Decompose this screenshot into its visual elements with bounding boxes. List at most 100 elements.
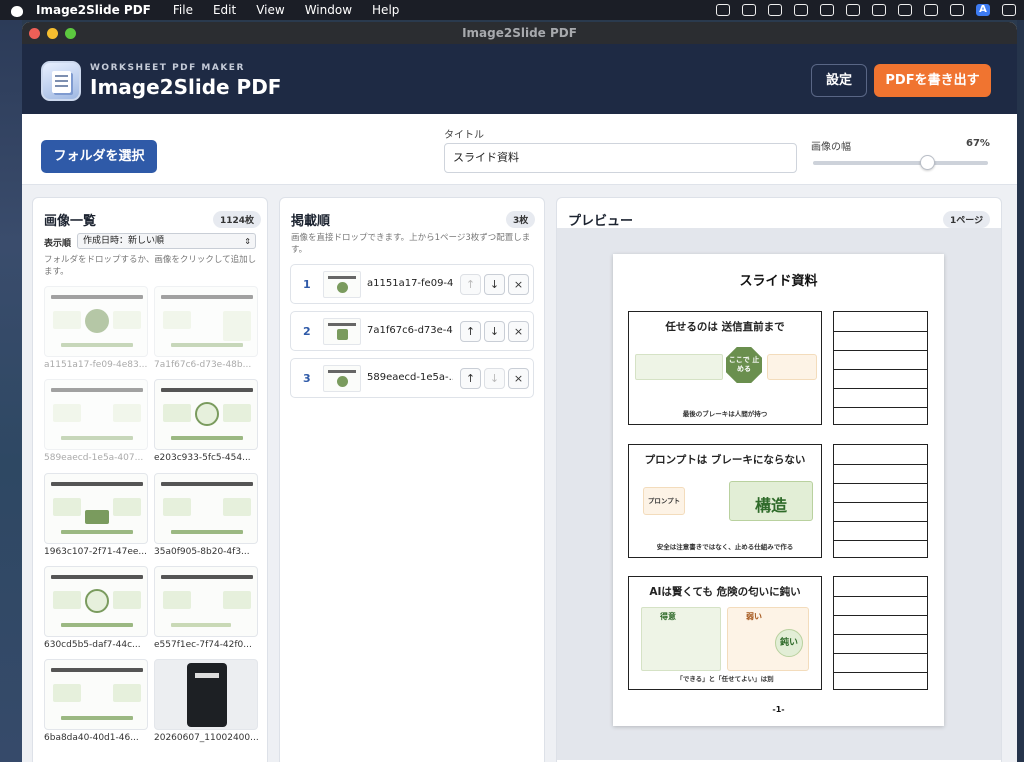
cloud-icon[interactable]	[716, 4, 730, 16]
preview-area: スライド資料 任せるのは 送信直前まで ここで 止める 最後のブレーキは人間が持…	[557, 228, 1001, 760]
slide-footer: 安全は注意書きではなく、止める仕組みで作る	[656, 543, 794, 551]
menu-help[interactable]: Help	[362, 3, 409, 17]
notes-box	[833, 444, 928, 558]
preview-panel-title: プレビュー	[568, 214, 634, 229]
slide-octagon: ここで 止める	[726, 347, 762, 383]
sort-select[interactable]: 作成日時：新しい順 ⇕	[77, 233, 256, 249]
app-window: Image2Slide PDF WORKSHEET PDF MAKER Imag…	[22, 22, 1017, 762]
status-icons: A	[716, 0, 1016, 20]
image-thumbnail[interactable]: 35a0f905-8b20-4f3...	[154, 473, 258, 559]
image-width-value: 67%	[966, 138, 990, 149]
remove-button[interactable]: ×	[508, 321, 529, 342]
order-panel-title: 掲載順	[291, 214, 331, 229]
kanji-icon[interactable]	[872, 4, 886, 16]
slide-title: 任せるのは 送信直前まで	[665, 321, 785, 333]
image-thumbnail[interactable]: 20260607_11002400...	[154, 659, 258, 745]
menu-bar: Image2Slide PDF File Edit View Window He…	[0, 0, 1024, 20]
move-down-button[interactable]: ↓	[484, 368, 505, 389]
menu-window[interactable]: Window	[295, 3, 362, 17]
apple-menu-icon[interactable]	[10, 3, 24, 17]
order-thumbnail	[323, 365, 361, 392]
title-input[interactable]: スライド資料	[444, 143, 797, 173]
slide-big-box: 構造	[729, 481, 813, 521]
images-count-badge: 1124枚	[213, 211, 262, 228]
thumbnail-image	[154, 566, 258, 637]
image-thumbnail[interactable]: 589eaecd-1e5a-407...	[44, 379, 148, 465]
move-up-button[interactable]: ↑	[460, 368, 481, 389]
app-logo-icon	[41, 61, 81, 101]
image-thumbnail[interactable]: 7a1f67c6-d73e-48b...	[154, 286, 258, 372]
order-number: 1	[303, 278, 311, 291]
slide-title: プロンプトは ブレーキにならない	[644, 454, 806, 466]
select-folder-button[interactable]: フォルダを選択	[41, 140, 157, 173]
move-down-button[interactable]: ↓	[484, 321, 505, 342]
chevron-updown-icon: ⇕	[244, 237, 251, 246]
slider-knob[interactable]	[920, 155, 936, 170]
image-thumbnail[interactable]: 1963c107-2f71-47ee...	[44, 473, 148, 559]
desktop-background	[0, 20, 22, 762]
images-hint: フォルダをドロップするか、画像をクリックして追加します。	[44, 255, 257, 277]
image-thumbnail[interactable]: e203c933-5fc5-454...	[154, 379, 258, 465]
notes-box	[833, 311, 928, 425]
battery-icon[interactable]	[950, 4, 964, 16]
settings-button[interactable]: 設定	[811, 64, 867, 97]
menu-view[interactable]: View	[246, 3, 294, 17]
images-panel: 画像一覧 1124枚 表示順 作成日時：新しい順 ⇕ フォルダをドロップするか、画…	[32, 197, 268, 762]
move-up-button[interactable]: ↑	[460, 274, 481, 295]
clipboard-icon[interactable]	[742, 4, 756, 16]
thumbnail-filename: e557f1ec-7f74-42f0...	[154, 640, 252, 650]
slide-chip	[635, 354, 723, 380]
thumbnail-image	[44, 566, 148, 637]
slide-circle: 鈍い	[775, 629, 803, 657]
slide-footer: 最後のブレーキは人間が持つ	[682, 410, 768, 418]
thumbnail-image	[44, 379, 148, 450]
moon-icon[interactable]	[898, 4, 912, 16]
images-panel-title: 画像一覧	[44, 214, 97, 229]
order-number: 2	[303, 325, 311, 338]
notes-icon[interactable]	[768, 4, 782, 16]
title-label: タイトル	[444, 130, 484, 141]
slide-title: AIは賢くても 危険の匂いに鈍い	[649, 586, 801, 598]
preview-slide: AIは賢くても 危険の匂いに鈍い 得意 弱い 鈍い 「できる」と「任せてよい」は…	[628, 576, 822, 690]
menu-file[interactable]: File	[163, 3, 203, 17]
preview-page: スライド資料 任せるのは 送信直前まで ここで 止める 最後のブレーキは人間が持…	[613, 254, 944, 726]
menu-edit[interactable]: Edit	[203, 3, 246, 17]
toolbar: フォルダを選択 タイトル スライド資料 画像の幅 67%	[22, 114, 1017, 185]
order-item[interactable]: 2 7a1f67c6-d73e-4... ↑ ↓ ×	[290, 311, 534, 351]
thumbnail-filename: 6ba8da40-40d1-46...	[44, 733, 139, 743]
thumbnail-filename: 35a0f905-8b20-4f3...	[154, 547, 250, 557]
app-header: WORKSHEET PDF MAKER Image2Slide PDF 設定 P…	[22, 44, 1017, 114]
thumbnail-filename: 1963c107-2f71-47ee...	[44, 547, 147, 557]
order-thumbnail	[323, 318, 361, 345]
thumbnail-image	[44, 659, 148, 730]
thumbnail-filename: 20260607_11002400...	[154, 733, 258, 743]
image-thumbnail[interactable]: a1151a17-fe09-4e83...	[44, 286, 148, 372]
display-icon[interactable]	[820, 4, 834, 16]
thumbnail-filename: e203c933-5fc5-454...	[154, 453, 251, 463]
volume-icon[interactable]	[794, 4, 808, 16]
order-item[interactable]: 1 a1151a17-fe09-4e... ↑ ↓ ×	[290, 264, 534, 304]
order-hint: 画像を直接ドロップできます。上から1ページ3枚ずつ配置します。	[291, 233, 531, 255]
image-thumbnail[interactable]: 630cd5b5-daf7-44c...	[44, 566, 148, 652]
order-filename: 589eaecd-1e5a-...	[367, 372, 453, 383]
image-width-slider[interactable]	[813, 155, 988, 170]
thumbnail-filename: 7a1f67c6-d73e-48b...	[154, 360, 252, 370]
image-thumbnail[interactable]: e557f1ec-7f74-42f0...	[154, 566, 258, 652]
bluetooth-icon[interactable]	[924, 4, 938, 16]
thumbnail-image	[154, 473, 258, 544]
order-item[interactable]: 3 589eaecd-1e5a-... ↑ ↓ ×	[290, 358, 534, 398]
input-source-icon[interactable]: A	[976, 4, 990, 16]
move-down-button[interactable]: ↓	[484, 274, 505, 295]
wifi-icon[interactable]	[1002, 4, 1016, 16]
menu-app-name[interactable]: Image2Slide PDF	[34, 3, 163, 17]
slide-footer: 「できる」と「任せてよい」は別	[676, 675, 774, 683]
notes-box	[833, 576, 928, 690]
remove-button[interactable]: ×	[508, 368, 529, 389]
clock-icon[interactable]	[846, 4, 860, 16]
export-pdf-button[interactable]: PDFを書き出す	[874, 64, 991, 97]
move-up-button[interactable]: ↑	[460, 321, 481, 342]
preview-panel: プレビュー 1ページ スライド資料 任せるのは 送信直前まで ここで 止める 最…	[556, 197, 1002, 762]
image-thumbnail[interactable]: 6ba8da40-40d1-46...	[44, 659, 148, 745]
thumbnail-image	[44, 286, 148, 357]
remove-button[interactable]: ×	[508, 274, 529, 295]
